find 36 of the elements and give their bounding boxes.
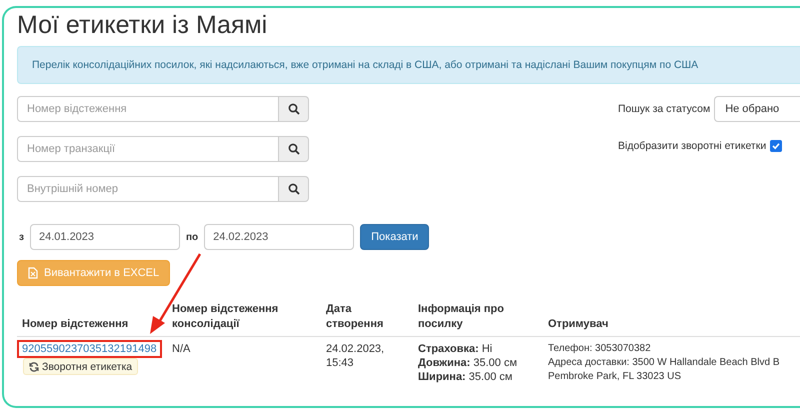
from-label: з (19, 232, 24, 242)
to-label: по (186, 232, 198, 242)
parcel-info-line: Довжина: 35.00 см (418, 356, 518, 370)
page-title: Мої етикетки із Маямі (17, 10, 268, 40)
search-button[interactable] (279, 176, 309, 202)
info-notice: Перелік консолідаційних посилок, які надсилаються, вже отримані на складі в США, або отримані та надіслані Вашим покупцям по США (17, 46, 800, 84)
recipient-line: Телефон: 3053070382 (548, 342, 652, 356)
column-header: Отримувач (543, 298, 800, 337)
table-cell-text: 24.02.2023, 15:43 (325, 342, 386, 371)
search-icon (288, 103, 300, 115)
table-cell-text: N/A (171, 342, 192, 357)
search-field[interactable]: Внутрішній номер (17, 176, 279, 202)
status-select[interactable]: Не обрано (714, 96, 800, 122)
search-button[interactable] (279, 96, 309, 122)
search-field[interactable]: Номер відстеження (17, 96, 279, 122)
return-labels-checkbox[interactable] (770, 140, 782, 152)
column-header: Дата створення (321, 298, 413, 337)
column-header: Інформація про посилку (413, 298, 543, 337)
return-label-button[interactable]: Зворотня етикетка (23, 358, 138, 375)
recipient-line: Pembroke Park, FL 33023 US (548, 370, 682, 384)
show-button[interactable]: Показати (360, 224, 430, 250)
return-labels-label: Відобразити зворотні етикетки (618, 140, 766, 152)
tracking-link[interactable]: 9205590237035132191498 (22, 343, 157, 355)
search-icon (288, 183, 300, 195)
column-header: Номер відстеження консолідації (167, 298, 321, 337)
search-icon (288, 143, 300, 155)
recipient-line: Адреса доставки: 3500 W Hallandale Beach Blvd B (548, 356, 781, 370)
search-button[interactable] (279, 136, 309, 162)
date-to-field[interactable]: 24.02.2023 (204, 224, 354, 250)
status-filter-label: Пошук за статусом (618, 103, 710, 115)
parcel-info-line: Ширина: 35.00 см (418, 370, 514, 384)
search-field[interactable]: Номер транзакції (17, 136, 279, 162)
parcel-info-line: Страховка: Ні (418, 342, 494, 356)
date-from-field[interactable]: 24.01.2023 (30, 224, 180, 250)
refresh-icon (29, 362, 39, 372)
file-icon (28, 267, 38, 279)
